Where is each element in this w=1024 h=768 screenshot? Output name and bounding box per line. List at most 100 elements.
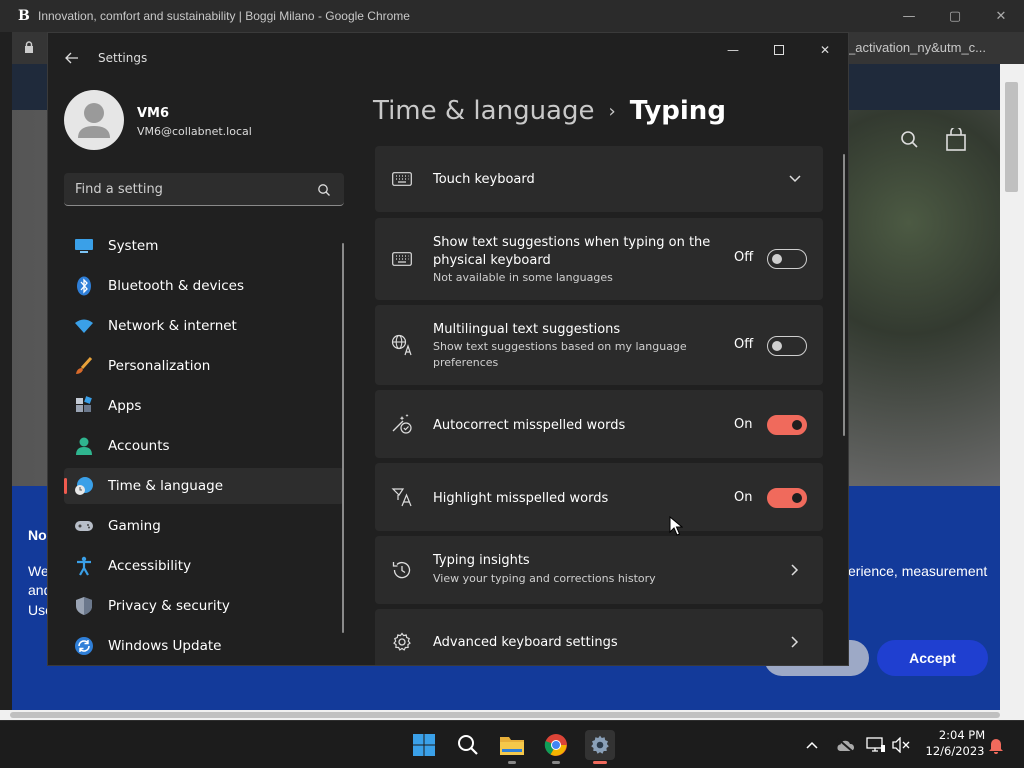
chevron-right-icon[interactable] — [787, 562, 803, 578]
start-button[interactable] — [409, 730, 439, 760]
time-language-icon — [74, 476, 94, 496]
chevron-right-icon[interactable] — [787, 634, 803, 650]
highlight-misspelled-card: Highlight misspelled words On — [375, 463, 823, 531]
settings-close-button[interactable]: ✕ — [802, 33, 848, 67]
highlight-toggle[interactable] — [767, 488, 807, 508]
nav-item-network-internet[interactable]: Network & internet — [64, 308, 344, 344]
shopping-bag-icon[interactable] — [946, 128, 966, 151]
onedrive-tray-button[interactable] — [835, 735, 855, 755]
page-title: Typing — [629, 96, 726, 126]
autocorrect-state: On — [734, 417, 753, 432]
breadcrumb: Time & language › Typing — [373, 91, 726, 131]
shield-icon — [74, 596, 94, 616]
bluetooth-icon — [74, 276, 94, 296]
typing-insights-card[interactable]: Typing insights View your typing and cor… — [375, 536, 823, 604]
page-header-icons — [901, 128, 966, 151]
chrome-minimize-button[interactable]: — — [886, 0, 932, 32]
nav-item-time-language[interactable]: Time & language — [64, 468, 344, 504]
nav-label: Bluetooth & devices — [108, 278, 245, 294]
avatar[interactable] — [64, 90, 124, 150]
search-input[interactable] — [64, 173, 314, 205]
chrome-icon — [544, 734, 567, 756]
nav-item-accounts[interactable]: Accounts — [64, 428, 344, 464]
breadcrumb-parent[interactable]: Time & language — [373, 96, 594, 126]
multilingual-state: Off — [734, 337, 754, 352]
file-explorer-button[interactable] — [497, 730, 527, 760]
network-monitor-icon — [866, 737, 885, 752]
nav-label: System — [108, 238, 159, 254]
chrome-running-indicator — [552, 761, 560, 764]
nav-scrollbar[interactable] — [342, 243, 344, 633]
explorer-running-indicator — [508, 761, 516, 764]
page-hscroll-thumb[interactable] — [10, 712, 1000, 718]
gear-icon — [391, 631, 413, 653]
volume-tray-button[interactable] — [891, 735, 911, 755]
accessibility-icon — [74, 556, 94, 576]
page-scroll-thumb[interactable] — [1005, 82, 1018, 192]
folder-icon — [500, 737, 524, 755]
find-setting-search — [64, 173, 344, 206]
nav-item-personalization[interactable]: Personalization — [64, 348, 344, 384]
address-url-tail[interactable]: _activation_ny&utm_c... — [848, 40, 986, 55]
text-suggestions-subtitle: Not available in some languages — [433, 271, 613, 284]
nav-item-privacy-security[interactable]: Privacy & security — [64, 588, 344, 624]
gear-icon — [591, 735, 609, 754]
nav-item-bluetooth-devices[interactable]: Bluetooth & devices — [64, 268, 344, 304]
chevron-down-icon[interactable] — [787, 171, 803, 187]
bell-icon — [989, 739, 1003, 754]
settings-active-indicator — [593, 761, 607, 764]
chrome-taskbar-button[interactable] — [541, 730, 571, 760]
system-icon — [74, 236, 94, 256]
touch-keyboard-card[interactable]: Touch keyboard — [375, 146, 823, 212]
typing-insights-title: Typing insights — [433, 553, 530, 568]
autocorrect-toggle[interactable] — [767, 415, 807, 435]
highlight-text-icon — [391, 486, 413, 508]
back-button[interactable] — [60, 47, 84, 69]
mouse-cursor-icon — [669, 516, 683, 536]
nav-label: Windows Update — [108, 638, 222, 654]
text-suggestions-toggle[interactable] — [767, 249, 807, 269]
nav-item-accessibility[interactable]: Accessibility — [64, 548, 344, 584]
user-email: VM6@collabnet.local — [137, 125, 252, 138]
nav-label: Time & language — [108, 478, 224, 494]
gamepad-icon — [74, 516, 94, 536]
banner-text-right: erience, measurement — [848, 563, 988, 579]
accept-cookies-button[interactable]: Accept — [877, 640, 988, 676]
multilingual-subtitle-line1: Show text suggestions based on my langua… — [433, 340, 687, 353]
content-scrollbar[interactable] — [843, 154, 845, 436]
multilingual-subtitle-line2: preferences — [433, 356, 499, 369]
chrome-window-title: Innovation, comfort and sustainability |… — [38, 9, 410, 23]
nav-item-apps[interactable]: Apps — [64, 388, 344, 424]
chrome-maximize-button[interactable]: ▢ — [932, 0, 978, 32]
nav-label: Gaming — [108, 518, 161, 534]
nav-item-system[interactable]: System — [64, 228, 344, 264]
settings-maximize-button[interactable] — [756, 33, 802, 67]
breadcrumb-separator-icon: › — [608, 100, 616, 122]
user-silhouette-icon — [78, 103, 110, 138]
show-hidden-icons-button[interactable] — [802, 735, 822, 755]
update-icon — [74, 636, 94, 656]
search-icon[interactable] — [317, 183, 331, 197]
keyboard-icon — [391, 248, 413, 270]
accounts-icon — [74, 436, 94, 456]
settings-minimize-button[interactable]: — — [710, 33, 756, 67]
user-name: VM6 — [137, 106, 170, 121]
network-tray-button[interactable] — [866, 735, 886, 755]
search-icon — [458, 735, 478, 755]
advanced-keyboard-card[interactable]: Advanced keyboard settings — [375, 609, 823, 665]
clock-date[interactable]: 12/6/2023 — [920, 744, 990, 758]
keyboard-icon — [391, 168, 413, 190]
site-search-icon[interactable] — [901, 131, 918, 148]
multilingual-suggestions-card: Multilingual text suggestions Show text … — [375, 305, 823, 385]
typing-insights-subtitle: View your typing and corrections history — [433, 572, 656, 585]
clock-time[interactable]: 2:04 PM — [934, 728, 990, 742]
autocorrect-icon — [391, 413, 413, 435]
multilingual-toggle[interactable] — [767, 336, 807, 356]
nav-item-windows-update[interactable]: Windows Update — [64, 628, 344, 664]
chrome-close-button[interactable]: ✕ — [978, 0, 1024, 32]
settings-taskbar-button[interactable] — [585, 730, 615, 760]
taskbar-search-button[interactable] — [453, 730, 483, 760]
nav-item-gaming[interactable]: Gaming — [64, 508, 344, 544]
settings-window: Settings — ✕ VM6 VM6@collabnet.local Sys… — [47, 32, 849, 666]
nav-label: Apps — [108, 398, 142, 414]
